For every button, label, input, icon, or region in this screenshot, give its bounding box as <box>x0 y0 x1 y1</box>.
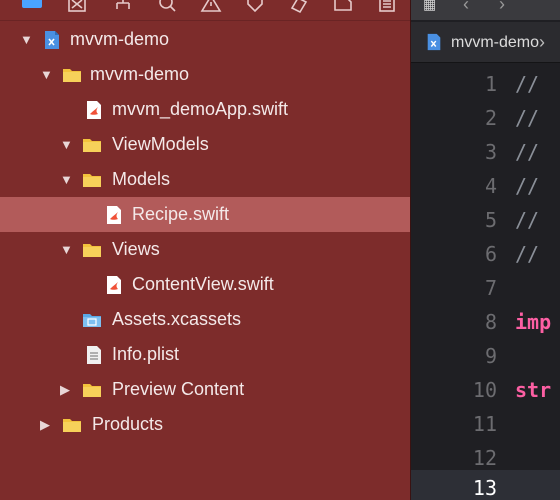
tree-row-label: Views <box>112 239 160 259</box>
chevron-right-icon[interactable]: › <box>539 32 545 53</box>
line-number: 13 <box>472 476 497 500</box>
line-number: 6 <box>484 242 497 266</box>
tree-row-folder-viewmodels[interactable]: ▼ ViewModels <box>0 127 410 162</box>
tag-icon[interactable] <box>244 0 266 16</box>
report-icon[interactable] <box>332 0 354 16</box>
breakpoint-icon[interactable] <box>288 0 310 16</box>
code-text: imp <box>515 310 552 334</box>
folder-icon <box>62 65 82 85</box>
disclosure-expanded-icon[interactable]: ▼ <box>60 243 74 257</box>
tree-row-file-mvvm-demoapp-swift[interactable]: mvvm_demoApp.swift <box>0 92 410 127</box>
search-icon[interactable] <box>156 0 178 16</box>
disclosure-collapsed-icon[interactable]: ▶ <box>60 383 74 397</box>
back-arrow-icon[interactable]: ‹ <box>463 0 469 15</box>
code-line-current[interactable]: 13 <box>411 470 560 500</box>
tree-row-label: ViewModels <box>112 134 209 154</box>
list-icon[interactable] <box>376 0 398 16</box>
tree-row-folder-products[interactable]: ▶ Products <box>0 407 410 442</box>
project-navigator-tab[interactable] <box>22 0 42 8</box>
tree-row-label: Info.plist <box>112 344 180 364</box>
code-line[interactable]: 8 imp <box>411 304 560 337</box>
editor-toolbar: ▦ ‹ › <box>411 0 560 20</box>
tree-row-folder-views[interactable]: ▼ Views <box>0 232 410 267</box>
code-text: // <box>515 106 540 130</box>
editor-tab[interactable]: mvvm-demo › <box>411 22 560 63</box>
tree-row-folder-models[interactable]: ▼ Models <box>0 162 410 197</box>
tree-row-label: Models <box>112 169 171 189</box>
forward-arrow-icon[interactable]: › <box>499 0 505 15</box>
editor-tab-label: mvvm-demo <box>451 34 540 51</box>
line-number: 11 <box>472 412 497 436</box>
xcode-project-icon <box>425 32 443 52</box>
disclosure-expanded-icon[interactable]: ▼ <box>60 138 74 152</box>
line-number: 10 <box>472 378 497 402</box>
folder-icon <box>62 415 82 435</box>
tree-row-label: Preview Content <box>112 379 245 399</box>
warning-icon[interactable] <box>200 0 222 16</box>
code-editor[interactable]: ▦ ‹ › mvvm-demo › 1 // 2 // 3 // 4 // 5 … <box>411 0 560 500</box>
folder-icon <box>82 240 102 260</box>
line-number: 12 <box>472 446 497 470</box>
tree-row-folder-mvvm-demo[interactable]: ▼ mvvm-demo <box>0 57 410 92</box>
tree-row-label: ContentView.swift <box>132 274 274 294</box>
swift-file-icon <box>104 275 124 295</box>
line-number: 8 <box>484 310 497 334</box>
tree-row-file-contentview-swift[interactable]: ContentView.swift <box>0 267 410 302</box>
tree-row-assets[interactable]: Assets.xcassets <box>0 302 410 337</box>
tree-row-label: mvvm_demoApp.swift <box>112 99 289 119</box>
folder-icon <box>82 170 102 190</box>
code-line[interactable]: 9 <box>411 338 560 371</box>
code-text: // <box>515 208 540 232</box>
code-line[interactable]: 11 <box>411 406 560 439</box>
source-control-icon[interactable] <box>66 0 88 16</box>
line-number: 9 <box>484 344 497 368</box>
tree-row-file-recipe-swift[interactable]: Recipe.swift <box>0 197 410 232</box>
code-text: // <box>515 72 540 96</box>
code-line[interactable]: 12 <box>411 440 560 473</box>
line-number: 4 <box>484 174 497 198</box>
code-line[interactable]: 7 <box>411 270 560 303</box>
swift-file-icon <box>84 100 104 120</box>
line-number: 1 <box>484 72 497 96</box>
code-line[interactable]: 2 // <box>411 100 560 133</box>
tree-row-label: mvvm-demo <box>90 64 190 84</box>
code-line[interactable]: 5 // <box>411 202 560 235</box>
disclosure-collapsed-icon[interactable]: ▶ <box>40 418 54 432</box>
disclosure-expanded-icon[interactable]: ▼ <box>60 173 74 187</box>
tree-row-info-plist[interactable]: Info.plist <box>0 337 410 372</box>
code-line[interactable]: 1 // <box>411 66 560 99</box>
line-number: 5 <box>484 208 497 232</box>
folder-icon <box>82 135 102 155</box>
code-line[interactable]: 6 // <box>411 236 560 269</box>
asset-catalog-icon <box>82 310 102 330</box>
line-number: 3 <box>484 140 497 164</box>
tree-row-label: Assets.xcassets <box>112 309 242 329</box>
plist-file-icon <box>84 345 104 365</box>
tree-row-project[interactable]: ▼ mvvm-demo <box>0 22 410 57</box>
folder-icon <box>82 380 102 400</box>
tree-row-label: Products <box>92 414 164 434</box>
project-navigator: ▼ mvvm-demo ▼ mvvm-demo mvvm_demoApp.swi… <box>0 0 410 500</box>
code-line[interactable]: 4 // <box>411 168 560 201</box>
line-number: 2 <box>484 106 497 130</box>
code-text: // <box>515 242 540 266</box>
tree-row-label: mvvm-demo <box>70 29 170 49</box>
hierarchy-icon[interactable] <box>112 0 134 16</box>
code-text: str <box>515 378 552 402</box>
swift-file-icon <box>104 205 124 225</box>
grid-icon[interactable]: ▦ <box>423 0 436 13</box>
disclosure-expanded-icon[interactable]: ▼ <box>40 68 54 82</box>
tree-row-label: Recipe.swift <box>132 204 230 224</box>
disclosure-expanded-icon[interactable]: ▼ <box>20 33 34 47</box>
navigator-toolbar <box>0 0 410 21</box>
code-text: // <box>515 140 540 164</box>
code-line[interactable]: 10 str <box>411 372 560 405</box>
xcode-project-icon <box>42 30 62 50</box>
code-line[interactable]: 3 // <box>411 134 560 167</box>
code-text: // <box>515 174 540 198</box>
line-number: 7 <box>484 276 497 300</box>
tree-row-folder-preview-content[interactable]: ▶ Preview Content <box>0 372 410 407</box>
